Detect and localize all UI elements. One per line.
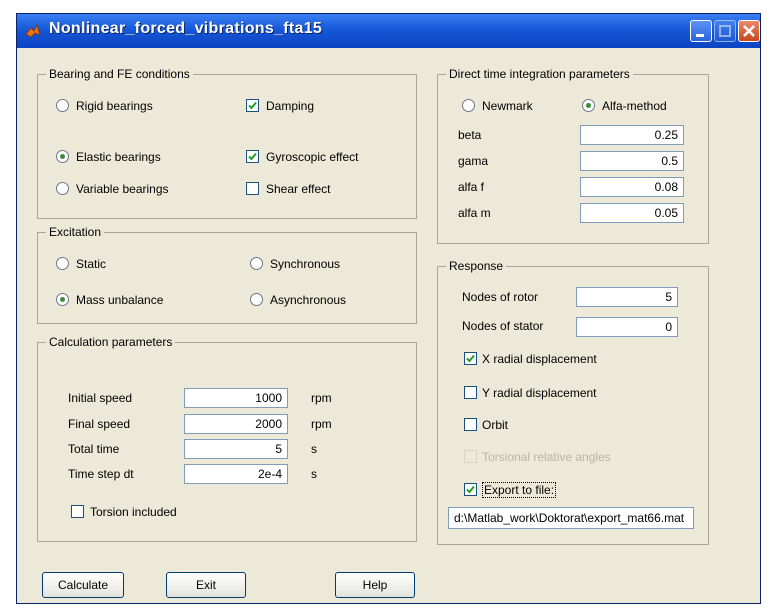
response-panel-title: Response [446,259,507,273]
label-gyroscopic-effect: Gyroscopic effect [266,150,359,164]
total-time-input[interactable]: 5 [184,439,288,459]
time-step-unit: s [311,467,317,481]
beta-input[interactable]: 0.25 [580,125,684,145]
checkbox-y-radial-displacement[interactable] [464,386,477,399]
radio-synchronous[interactable] [250,257,263,270]
initial-speed-unit: rpm [311,391,332,405]
calculate-button[interactable]: Calculate [42,572,124,598]
label-alfa-f: alfa f [458,180,485,194]
label-torsional-relative-angles: Torsional relative angles [482,450,611,464]
radio-mass-unbalance[interactable] [56,293,69,306]
checkbox-x-radial-displacement[interactable] [464,352,477,365]
matlab-icon [25,23,41,39]
minimize-button[interactable] [690,20,712,42]
label-nodes-of-stator: Nodes of stator [462,319,544,333]
alfa-m-input[interactable]: 0.05 [580,203,684,223]
checkbox-orbit[interactable] [464,418,477,431]
bearing-panel-title: Bearing and FE conditions [46,67,193,81]
close-button[interactable] [738,20,760,42]
exit-button[interactable]: Exit [166,572,246,598]
excitation-panel-title: Excitation [46,225,105,239]
label-time-step: Time step dt [68,467,134,481]
bearing-panel: Bearing and FE conditions Rigid bearings… [37,67,417,219]
maximize-button[interactable] [714,20,736,42]
label-static: Static [76,257,107,271]
radio-newmark[interactable] [462,99,475,112]
checkbox-torsion-included[interactable] [71,505,84,518]
label-synchronous: Synchronous [270,257,341,271]
label-y-radial-displacement: Y radial displacement [482,386,597,400]
checkmark-icon [248,101,257,110]
label-newmark: Newmark [482,99,533,113]
excitation-panel: Excitation Static Mass unbalance Synchro… [37,225,417,324]
label-final-speed: Final speed [68,417,131,431]
label-torsion-included: Torsion included [90,505,177,519]
export-path-input[interactable]: d:\Matlab_work\Doktorat\export_mat66.mat [448,507,694,529]
label-beta: beta [458,128,482,142]
label-rigid-bearings: Rigid bearings [76,99,153,113]
calculation-panel-title: Calculation parameters [46,335,176,349]
help-button[interactable]: Help [335,572,415,598]
checkbox-shear-effect[interactable] [246,182,259,195]
label-orbit: Orbit [482,418,509,432]
checkmark-icon [466,354,475,363]
label-alfa-method: Alfa-method [602,99,667,113]
final-speed-unit: rpm [311,417,332,431]
nodes-of-rotor-input[interactable]: 5 [576,287,678,307]
label-export-to-file: Export to file: [482,482,557,498]
label-alfa-m: alfa m [458,206,491,220]
label-nodes-of-rotor: Nodes of rotor [462,290,539,304]
label-asynchronous: Asynchronous [270,293,347,307]
label-shear-effect: Shear effect [266,182,331,196]
total-time-unit: s [311,442,317,456]
label-initial-speed: Initial speed [68,391,133,405]
radio-variable-bearings[interactable] [56,182,69,195]
checkmark-icon [466,485,475,494]
label-damping: Damping [266,99,315,113]
time-step-input[interactable]: 2e-4 [184,464,288,484]
calculation-panel: Calculation parameters Initial speed 100… [37,335,417,542]
initial-speed-input[interactable]: 1000 [184,388,288,408]
integration-panel-title: Direct time integration parameters [446,67,633,81]
radio-rigid-bearings[interactable] [56,99,69,112]
title-bar[interactable]: Nonlinear_forced_vibrations_fta15 [17,14,760,48]
alfa-f-input[interactable]: 0.08 [580,177,684,197]
radio-asynchronous[interactable] [250,293,263,306]
main-window: Nonlinear_forced_vibrations_fta15 Bearin… [16,13,761,604]
checkbox-damping[interactable] [246,99,259,112]
window-title: Nonlinear_forced_vibrations_fta15 [49,20,323,37]
integration-panel: Direct time integration parameters Newma… [437,67,709,244]
label-variable-bearings: Variable bearings [76,182,169,196]
checkmark-icon [248,152,257,161]
checkbox-export-to-file[interactable] [464,483,477,496]
label-total-time: Total time [68,442,120,456]
label-x-radial-displacement: X radial displacement [482,352,597,366]
checkbox-torsional-relative-angles[interactable] [464,450,477,463]
radio-alfa-method[interactable] [582,99,595,112]
radio-elastic-bearings[interactable] [56,150,69,163]
label-mass-unbalance: Mass unbalance [76,293,164,307]
nodes-of-stator-input[interactable]: 0 [576,317,678,337]
label-elastic-bearings: Elastic bearings [76,150,161,164]
label-export-to-file-wrap: Export to file: [482,482,557,498]
checkbox-gyroscopic-effect[interactable] [246,150,259,163]
gama-input[interactable]: 0.5 [580,151,684,171]
response-panel: Response Nodes of rotor 5 Nodes of stato… [437,259,709,545]
label-gama: gama [458,154,489,168]
final-speed-input[interactable]: 2000 [184,414,288,434]
radio-static[interactable] [56,257,69,270]
